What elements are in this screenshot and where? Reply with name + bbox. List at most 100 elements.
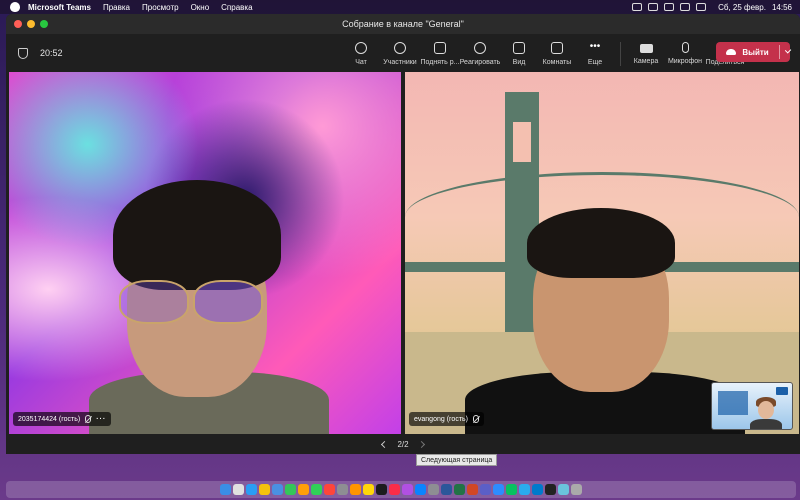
more-button[interactable]: ••• Еще [576,36,614,67]
chevron-right-icon[interactable] [417,440,425,448]
participant-video [527,208,675,278]
vscode-icon[interactable] [532,484,543,495]
photos-icon[interactable] [298,484,309,495]
terminal-icon[interactable] [545,484,556,495]
maps-icon[interactable] [285,484,296,495]
teams-icon[interactable] [480,484,491,495]
more-options-icon[interactable]: ··· [96,416,106,423]
appstore-icon[interactable] [415,484,426,495]
powerpoint-icon[interactable] [467,484,478,495]
participant-video [718,391,748,415]
more-icon: ••• [589,41,601,52]
toolbar-divider [620,42,621,66]
safari-icon[interactable] [246,484,257,495]
menu-edit[interactable]: Правка [103,3,130,12]
rooms-label: Комнаты [542,59,572,66]
launchpad-icon[interactable] [233,484,244,495]
rooms-button[interactable]: Комнаты [538,36,576,66]
chat-icon [355,42,367,54]
chat-button[interactable]: Чат [342,36,380,66]
participant-video [750,419,782,429]
participant-name-tag: 2035174424 (гость) ··· [13,412,112,426]
calendar-icon[interactable] [324,484,335,495]
excel-icon[interactable] [454,484,465,495]
contacts-icon[interactable] [337,484,348,495]
podcasts-icon[interactable] [402,484,413,495]
page-navigator: 2/2 [6,434,800,454]
people-icon [394,42,406,54]
wifi-icon[interactable] [680,3,691,11]
menu-window[interactable]: Окно [191,3,210,12]
raise-hand-button[interactable]: Поднять р... [420,36,460,66]
participant-name: evangong (гость) [414,415,469,423]
music-icon[interactable] [389,484,400,495]
camera-label: Камера [633,58,659,65]
grid-icon [513,42,525,54]
window-title: Собрание в канале "General" [342,19,464,29]
apple-icon[interactable] [10,2,20,12]
meeting-timer: 20:52 [40,48,63,58]
participant-name-tag: evangong (гость) [409,412,485,426]
camera-button[interactable]: Камера [627,36,665,65]
mic-off-icon [85,415,92,423]
mic-off-icon [473,415,480,423]
menu-app-name[interactable]: Microsoft Teams [28,3,91,12]
teams-window: Собрание в канале "General" 20:52 Чат Уч… [6,14,800,454]
participants-label: Участники [383,59,417,66]
chrome-icon[interactable] [259,484,270,495]
meeting-controls: Чат Участники Поднять р... Реагировать В… [342,36,745,66]
video-tile[interactable]: evangong (гость) [405,72,799,434]
window-titlebar: Собрание в канале "General" [6,14,800,34]
participant-video [758,401,774,419]
participant-video [193,280,263,324]
chevron-down-icon[interactable] [784,47,792,54]
tray-icon[interactable] [632,3,643,11]
video-stage: 2035174424 (гость) ··· evangong (гость) [9,72,799,434]
mic-button[interactable]: Микрофон [665,36,705,65]
menubar-time[interactable]: 14:56 [772,3,792,12]
preview-icon[interactable] [558,484,569,495]
participant-video [776,387,788,395]
mail-icon[interactable] [272,484,283,495]
view-button[interactable]: Вид [500,36,538,66]
wechat-icon[interactable] [506,484,517,495]
menubar-tray: Сб, 25 февр. 14:56 [632,3,800,12]
menu-view[interactable]: Просмотр [142,3,179,12]
macos-dock [6,481,796,498]
self-view-video[interactable] [711,382,793,430]
camera-icon [639,44,653,53]
participants-button[interactable]: Участники [380,36,420,66]
chevron-left-icon[interactable] [381,440,389,448]
facetime-icon[interactable] [311,484,322,495]
page-indicator: 2/2 [397,439,409,449]
reminders-icon[interactable] [350,484,361,495]
tray-icon[interactable] [664,3,675,11]
macos-menubar: Microsoft Teams Правка Просмотр Окно Спр… [0,0,800,14]
menu-help[interactable]: Справка [221,3,252,12]
trash-icon[interactable] [571,484,582,495]
next-page-tooltip: Следующая страница [416,454,498,466]
notes-icon[interactable] [363,484,374,495]
participant-video [113,180,281,290]
rooms-icon [551,42,563,54]
tv-icon[interactable] [376,484,387,495]
telegram-icon[interactable] [519,484,530,495]
view-label: Вид [512,59,526,66]
settings-icon[interactable] [428,484,439,495]
leave-label: Выйти [742,47,769,57]
smiley-icon [474,42,486,54]
chat-label: Чат [355,59,367,66]
menubar-date[interactable]: Сб, 25 февр. [718,3,766,12]
leave-button[interactable]: Выйти [716,42,792,62]
zoom-icon[interactable] [493,484,504,495]
video-tile[interactable]: 2035174424 (гость) ··· [9,72,401,434]
react-label: Реагировать [459,59,501,66]
finder-icon[interactable] [220,484,231,495]
tray-icon[interactable] [648,3,659,11]
word-icon[interactable] [441,484,452,495]
react-button[interactable]: Реагировать [460,36,500,66]
more-label: Еще [587,59,603,66]
hand-icon [434,42,446,54]
battery-icon[interactable] [696,3,707,11]
shield-icon[interactable] [18,47,28,59]
